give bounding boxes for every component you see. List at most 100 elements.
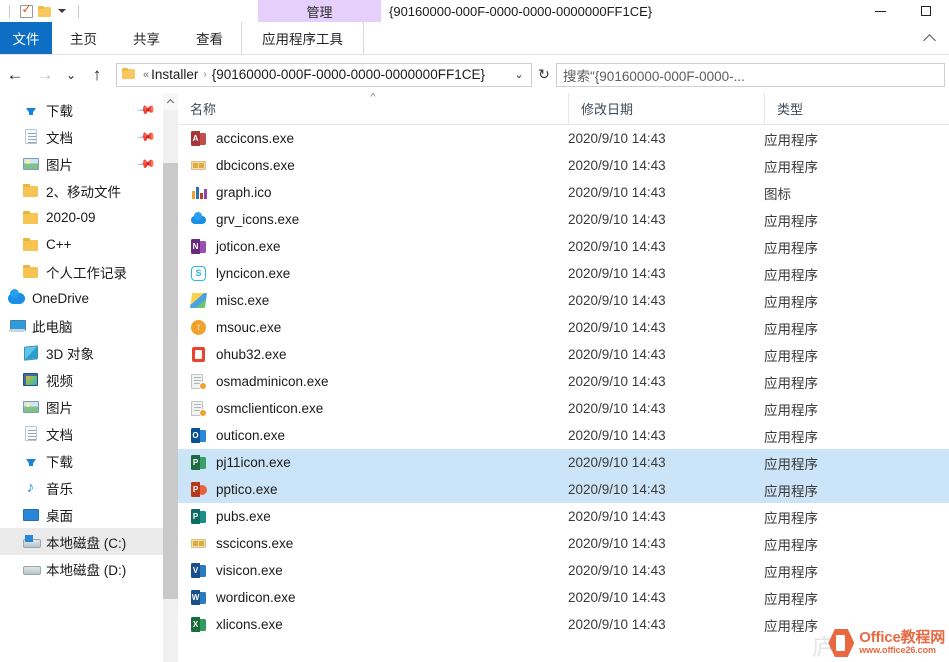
file-type: 应用程序 [764, 564, 818, 580]
new-folder-icon[interactable] [35, 2, 53, 20]
file-name-cell: P pptico.exe [178, 481, 568, 498]
table-row[interactable]: osmadminicon.exe 2020/9/10 14:43 应用程序 [178, 368, 949, 395]
up-button[interactable]: ↑ [82, 60, 112, 90]
tab-file[interactable]: 文件 [0, 22, 52, 54]
sidebar-item-this-pc[interactable]: 此电脑 [0, 312, 178, 339]
sidebar-item-3d-objects[interactable]: 3D 对象 [0, 339, 178, 366]
sidebar-item-documents-quick[interactable]: 文档 📌 [0, 123, 178, 150]
tab-file-label: 文件 [12, 32, 40, 47]
file-type: 应用程序 [764, 510, 818, 526]
maximize-button[interactable] [903, 0, 949, 22]
sidebar-item-downloads-quick[interactable]: 下载 📌 [0, 96, 178, 123]
file-name-cell: ↑ msouc.exe [178, 319, 568, 336]
tab-home-label: 主页 [70, 32, 97, 47]
file-name-cell: N joticon.exe [178, 238, 568, 255]
column-header-date-modified[interactable]: 修改日期 [568, 93, 764, 125]
back-button[interactable]: ← [0, 60, 30, 90]
file-name-cell: W wordicon.exe [178, 589, 568, 606]
table-row[interactable]: A accicons.exe 2020/9/10 14:43 应用程序 [178, 125, 949, 152]
table-row[interactable]: misc.exe 2020/9/10 14:43 应用程序 [178, 287, 949, 314]
sidebar-item-local-disk-c[interactable]: 本地磁盘 (C:) [0, 528, 178, 555]
table-row[interactable]: grv_icons.exe 2020/9/10 14:43 应用程序 [178, 206, 949, 233]
sidebar-item-music[interactable]: ♪ 音乐 [0, 474, 178, 501]
table-row[interactable]: dbcicons.exe 2020/9/10 14:43 应用程序 [178, 152, 949, 179]
scrollbar-thumb[interactable] [163, 163, 178, 599]
file-type: 应用程序 [764, 159, 818, 175]
column-header-name[interactable]: ^ 名称 [178, 93, 568, 125]
tab-share[interactable]: 共享 [115, 22, 178, 54]
table-row[interactable]: W wordicon.exe 2020/9/10 14:43 应用程序 [178, 584, 949, 611]
sidebar-item-onedrive[interactable]: OneDrive [0, 285, 178, 312]
minimize-button[interactable] [857, 0, 903, 22]
pin-icon[interactable]: 📌 [136, 126, 156, 146]
breadcrumb-installer[interactable]: Installer [151, 67, 198, 82]
breadcrumb-overflow[interactable]: « [141, 69, 151, 81]
table-row[interactable]: sscicons.exe 2020/9/10 14:43 应用程序 [178, 530, 949, 557]
address-bar[interactable]: « Installer › {90160000-000F-0000-0000-0… [116, 62, 532, 87]
pin-icon[interactable]: 📌 [136, 99, 156, 119]
sidebar-item-desktop[interactable]: 桌面 [0, 501, 178, 528]
table-row[interactable]: P pubs.exe 2020/9/10 14:43 应用程序 [178, 503, 949, 530]
table-row[interactable]: O outicon.exe 2020/9/10 14:43 应用程序 [178, 422, 949, 449]
table-row[interactable]: osmclienticon.exe 2020/9/10 14:43 应用程序 [178, 395, 949, 422]
sidebar-item-label: 2020-09 [46, 210, 96, 225]
table-row[interactable]: V visicon.exe 2020/9/10 14:43 应用程序 [178, 557, 949, 584]
table-row[interactable]: P pptico.exe 2020/9/10 14:43 应用程序 [178, 476, 949, 503]
search-input[interactable]: 搜索"{90160000-000F-0000-... [556, 62, 945, 87]
sidebar-item-local-disk-d[interactable]: 本地磁盘 (D:) [0, 555, 178, 582]
file-date: 2020/9/10 14:43 [568, 239, 666, 254]
scroll-up-button[interactable] [163, 93, 178, 110]
table-row[interactable]: graph.ico 2020/9/10 14:43 图标 [178, 179, 949, 206]
sidebar-item-personal-work-log[interactable]: 个人工作记录 [0, 258, 178, 285]
navigation-pane-scrollbar[interactable] [163, 93, 178, 662]
file-name: graph.ico [216, 185, 272, 200]
forward-button[interactable]: → [30, 60, 60, 90]
properties-checkbox-icon[interactable] [17, 2, 35, 20]
folder-icon [22, 209, 39, 226]
file-type: 应用程序 [764, 240, 818, 256]
sidebar-item-pictures-quick[interactable]: 图片 📌 [0, 150, 178, 177]
table-row[interactable]: S lyncicon.exe 2020/9/10 14:43 应用程序 [178, 260, 949, 287]
sidebar-item-2020-09[interactable]: 2020-09 [0, 204, 178, 231]
file-type: 应用程序 [764, 294, 818, 310]
file-date: 2020/9/10 14:43 [568, 158, 666, 173]
sidebar-item-cpp[interactable]: C++ [0, 231, 178, 258]
chevron-down-icon: ⌄ [65, 67, 77, 82]
sidebar-item-pictures[interactable]: 图片 [0, 393, 178, 420]
file-date: 2020/9/10 14:43 [568, 509, 666, 524]
chevron-down-icon[interactable] [53, 2, 71, 20]
table-row[interactable]: ↑ msouc.exe 2020/9/10 14:43 应用程序 [178, 314, 949, 341]
table-row[interactable]: ohub32.exe 2020/9/10 14:43 应用程序 [178, 341, 949, 368]
file-type: 应用程序 [764, 375, 818, 391]
sort-ascending-icon: ^ [370, 93, 376, 103]
outlook-icon: O [190, 427, 207, 444]
sidebar-item-documents[interactable]: 文档 [0, 420, 178, 447]
file-type: 应用程序 [764, 456, 818, 472]
file-name: outicon.exe [216, 428, 286, 443]
sidebar-item-videos[interactable]: 视频 [0, 366, 178, 393]
publisher-icon: P [190, 508, 207, 525]
ribbon-collapse-button[interactable] [915, 22, 943, 55]
refresh-button[interactable]: ↻ [532, 63, 556, 87]
sidebar-item-label: 桌面 [46, 508, 73, 524]
sidebar-item-move-files[interactable]: 2、移动文件 [0, 177, 178, 204]
table-row[interactable]: P pj11icon.exe 2020/9/10 14:43 应用程序 [178, 449, 949, 476]
file-name: accicons.exe [216, 131, 295, 146]
desktop-icon [22, 506, 39, 523]
table-row[interactable]: N joticon.exe 2020/9/10 14:43 应用程序 [178, 233, 949, 260]
address-dropdown-icon[interactable]: ⌄ [509, 64, 529, 86]
file-name: wordicon.exe [216, 590, 296, 605]
pin-icon[interactable]: 📌 [136, 153, 156, 173]
column-header-type[interactable]: 类型 [764, 93, 944, 125]
tab-home[interactable]: 主页 [52, 22, 115, 54]
tab-view[interactable]: 查看 [178, 22, 241, 54]
sidebar-item-label: 图片 [46, 400, 73, 416]
tab-application-tools[interactable]: 应用程序工具 [241, 22, 364, 54]
sidebar-item-downloads[interactable]: 下载 [0, 447, 178, 474]
document-icon [22, 128, 39, 145]
3d-objects-icon [22, 344, 39, 361]
recent-locations-button[interactable]: ⌄ [60, 60, 82, 90]
file-name: ohub32.exe [216, 347, 287, 362]
breadcrumb-current-folder[interactable]: {90160000-000F-0000-0000-0000000FF1CE} [212, 67, 485, 82]
navigation-list: 下载 📌 文档 📌 图片 📌 2、移动文件 2020-09 C++ 个人工作记录… [0, 93, 178, 582]
